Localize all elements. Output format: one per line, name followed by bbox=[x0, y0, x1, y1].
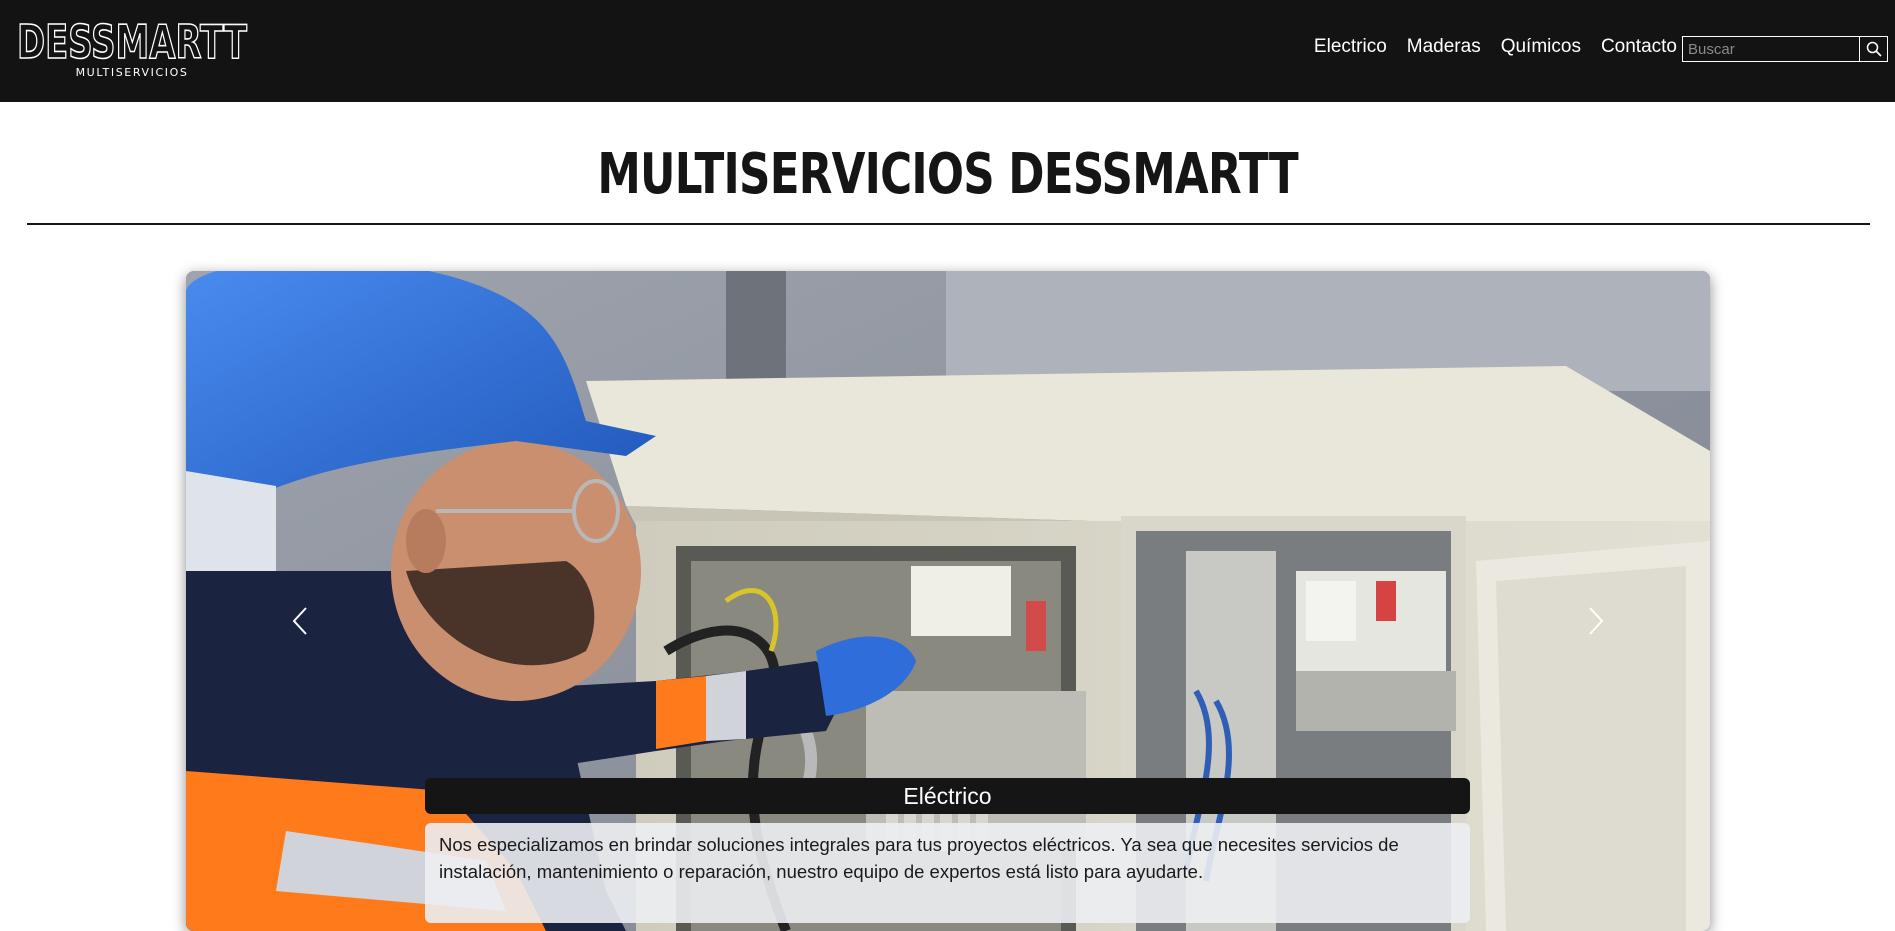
chevron-left-icon bbox=[292, 607, 307, 635]
search-button[interactable] bbox=[1860, 36, 1888, 62]
nav-link-contacto[interactable]: Contacto bbox=[1601, 36, 1677, 58]
slide-caption-title: Eléctrico bbox=[425, 778, 1470, 814]
brand-logo[interactable]: DESSMARTT MULTISERVICIOS bbox=[16, 14, 248, 82]
title-divider bbox=[27, 223, 1870, 225]
nav-link-electrico[interactable]: Electrico bbox=[1314, 36, 1387, 58]
chevron-right-icon bbox=[1589, 607, 1604, 635]
logo-wordmark-text: DESSMARTT bbox=[17, 18, 247, 62]
search-form bbox=[1682, 36, 1888, 62]
navbar: DESSMARTT MULTISERVICIOS Electrico Mader… bbox=[0, 0, 1895, 102]
slide-caption-text: Nos especializamos en brindar soluciones… bbox=[425, 823, 1470, 923]
search-input[interactable] bbox=[1682, 36, 1860, 62]
search-icon bbox=[1866, 41, 1881, 57]
hero-carousel: Eléctrico Nos especializamos en brindar … bbox=[186, 271, 1710, 931]
carousel-next-button[interactable] bbox=[1576, 601, 1616, 641]
carousel-prev-button[interactable] bbox=[280, 601, 320, 641]
page-title: MULTISERVICIOS DESSMARTT bbox=[597, 142, 1298, 207]
logo-wordmark: DESSMARTT bbox=[16, 14, 248, 70]
nav-link-quimicos[interactable]: Químicos bbox=[1501, 36, 1581, 58]
logo-subtitle: MULTISERVICIOS bbox=[75, 66, 189, 79]
main-nav: Electrico Maderas Químicos Contacto bbox=[1314, 36, 1677, 58]
nav-link-maderas[interactable]: Maderas bbox=[1407, 36, 1481, 58]
